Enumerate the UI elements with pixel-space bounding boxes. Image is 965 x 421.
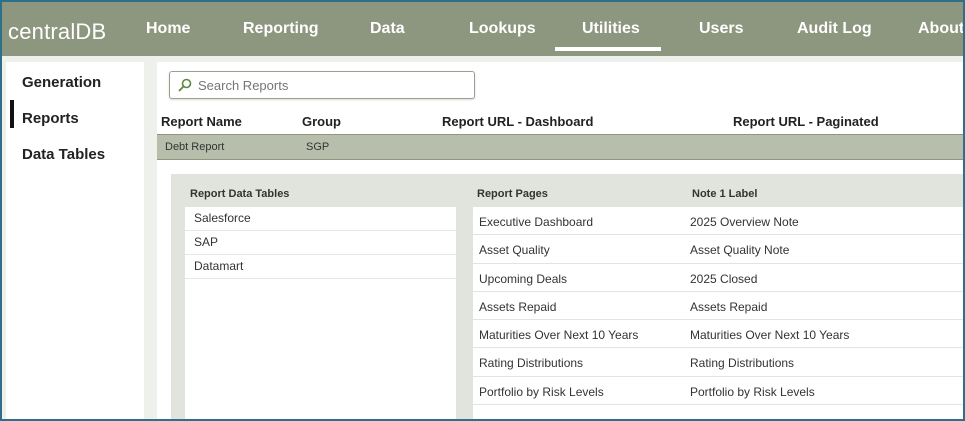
table-row[interactable]: Assets Repaid Assets Repaid bbox=[473, 292, 963, 321]
list-item[interactable]: Salesforce bbox=[185, 207, 456, 231]
column-header-report-name[interactable]: Report Name bbox=[161, 114, 242, 129]
app-brand[interactable]: centralDB bbox=[8, 19, 106, 45]
search-input[interactable] bbox=[198, 78, 468, 93]
note-label: Maturities Over Next 10 Years bbox=[690, 328, 850, 343]
list-item[interactable]: SAP bbox=[185, 231, 456, 255]
nav-active-indicator bbox=[555, 47, 661, 51]
table-row[interactable]: Upcoming Deals 2025 Closed bbox=[473, 264, 963, 292]
table-row[interactable]: Maturities Over Next 10 Years Maturities… bbox=[473, 320, 963, 349]
sidebar-item-reports[interactable]: Reports bbox=[22, 110, 79, 127]
nav-lookups[interactable]: Lookups bbox=[469, 20, 536, 38]
tables-header: Report Data Tables bbox=[190, 188, 290, 200]
page-name: Maturities Over Next 10 Years bbox=[479, 328, 639, 343]
note-label: Portfolio by Risk Levels bbox=[690, 384, 815, 399]
cell-group: SGP bbox=[306, 141, 330, 153]
page-name: Rating Distributions bbox=[479, 356, 584, 371]
nav-audit-log[interactable]: Audit Log bbox=[797, 20, 872, 38]
note-label: 2025 Overview Note bbox=[690, 215, 799, 229]
data-tables-list: Salesforce SAP Datamart bbox=[185, 207, 456, 419]
page-name: Assets Repaid bbox=[479, 299, 557, 314]
note-label: Assets Repaid bbox=[690, 299, 768, 314]
cell-report-name: Debt Report bbox=[165, 141, 225, 153]
nav-about[interactable]: About bbox=[918, 20, 963, 38]
pages-header: Report Pages bbox=[477, 188, 548, 200]
page-name: Upcoming Deals bbox=[479, 271, 568, 286]
app-window: centralDB Home Reporting Data Lookups Ut… bbox=[0, 0, 965, 421]
sidebar: Generation Reports Data Tables bbox=[6, 62, 144, 419]
nav-users[interactable]: Users bbox=[699, 20, 743, 38]
sidebar-item-data-tables[interactable]: Data Tables bbox=[22, 146, 105, 163]
nav-utilities[interactable]: Utilities bbox=[582, 20, 640, 38]
table-row[interactable]: Portfolio by Risk Levels Portfolio by Ri… bbox=[473, 377, 963, 406]
report-detail-panel: Report Data Tables Report Pages Note 1 L… bbox=[171, 174, 963, 419]
page-name: Portfolio by Risk Levels bbox=[479, 384, 604, 399]
column-header-group[interactable]: Group bbox=[302, 114, 341, 129]
page-name: Asset Quality bbox=[479, 243, 550, 258]
table-row-selected[interactable]: Debt Report SGP bbox=[157, 134, 963, 160]
search-box[interactable] bbox=[169, 71, 475, 99]
nav-data[interactable]: Data bbox=[370, 20, 405, 38]
page-name: Executive Dashboard bbox=[479, 215, 594, 229]
list-item[interactable]: Datamart bbox=[185, 255, 456, 279]
note-header: Note 1 Label bbox=[692, 188, 758, 200]
main-content: Report Name Group Report URL - Dashboard… bbox=[157, 62, 963, 419]
note-label: Rating Distributions bbox=[690, 356, 795, 371]
column-header-paginated-url[interactable]: Report URL - Paginated bbox=[733, 114, 879, 129]
nav-reporting[interactable]: Reporting bbox=[243, 20, 319, 38]
search-icon bbox=[178, 78, 192, 92]
sidebar-active-indicator bbox=[10, 100, 14, 128]
sidebar-item-generation[interactable]: Generation bbox=[22, 74, 101, 91]
table-row[interactable]: Asset Quality Asset Quality Note bbox=[473, 235, 963, 264]
report-pages-list: Executive Dashboard 2025 Overview Note A… bbox=[473, 207, 963, 419]
table-row[interactable]: Executive Dashboard 2025 Overview Note bbox=[473, 207, 963, 236]
nav-home[interactable]: Home bbox=[146, 20, 190, 38]
note-label: Asset Quality Note bbox=[690, 243, 790, 258]
column-header-dashboard-url[interactable]: Report URL - Dashboard bbox=[442, 114, 593, 129]
note-label: 2025 Closed bbox=[690, 271, 758, 286]
top-nav-bar: centralDB Home Reporting Data Lookups Ut… bbox=[2, 2, 963, 56]
table-row[interactable]: Rating Distributions Rating Distribution… bbox=[473, 348, 963, 377]
